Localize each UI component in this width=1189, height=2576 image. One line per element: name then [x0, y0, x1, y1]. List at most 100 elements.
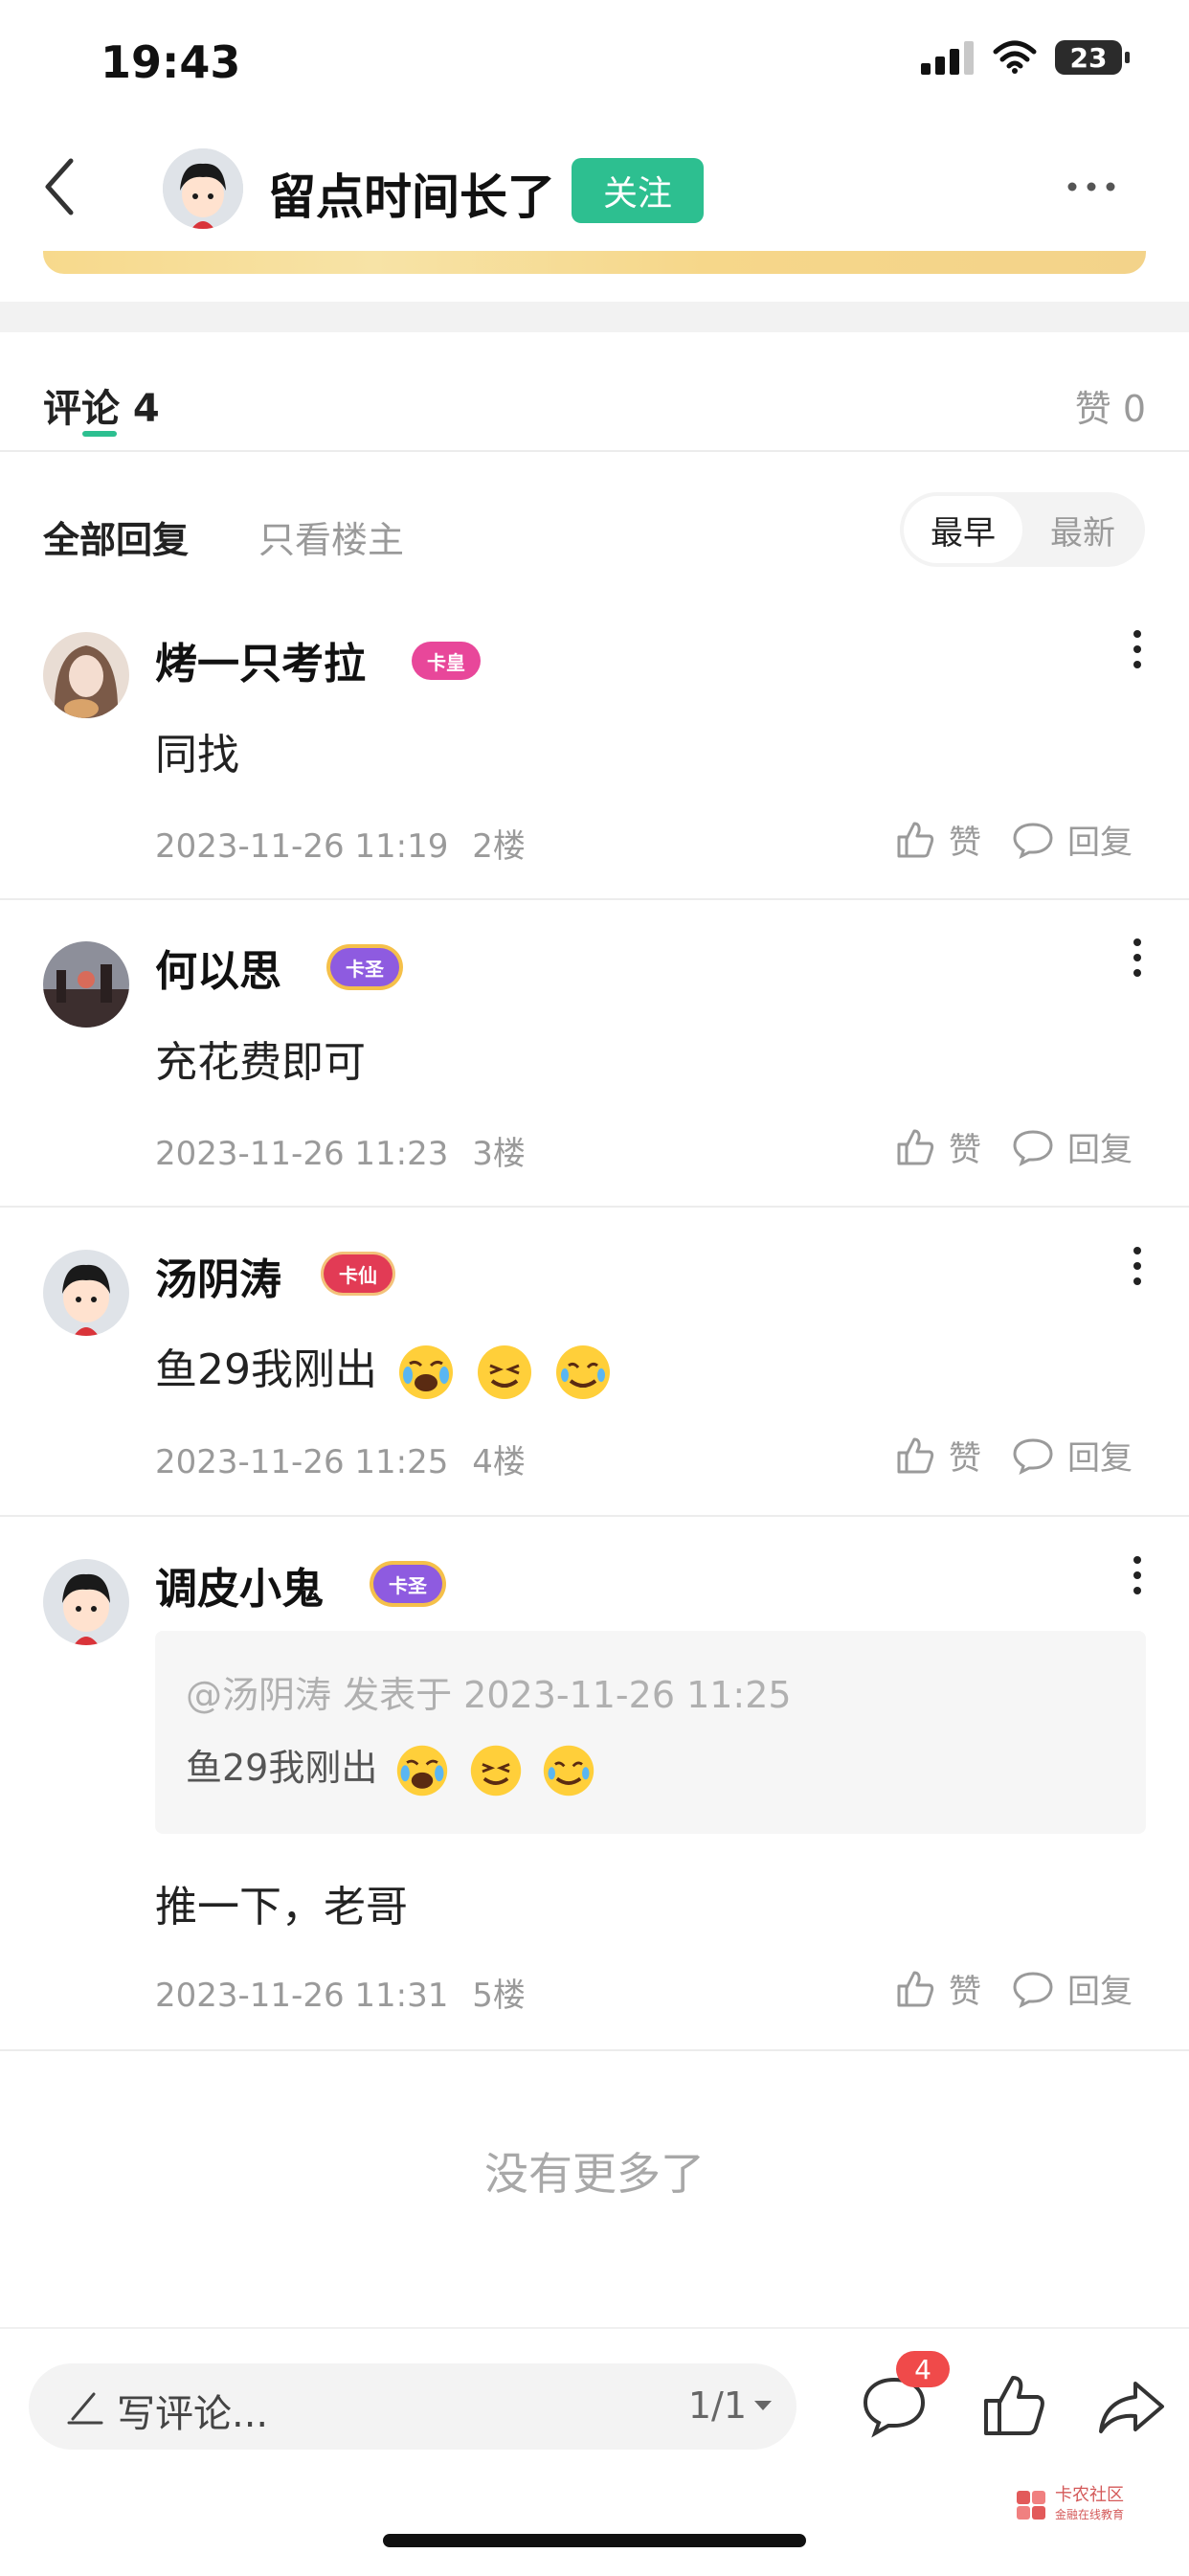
comment-timestamp: 2023-11-26 11:25: [155, 1443, 449, 1481]
like-icon[interactable]: [895, 820, 935, 860]
commenter-name[interactable]: 何以思: [155, 937, 281, 998]
kebab-icon[interactable]: [1130, 628, 1145, 670]
battery-indicator: 23: [1055, 40, 1130, 75]
watermark-subtitle: 金融在线教育: [1055, 2508, 1125, 2521]
level-badge: 卡仙: [324, 1254, 393, 1293]
comment-body: 充花费即可: [155, 1038, 366, 1087]
page-indicator[interactable]: 1/1: [688, 2384, 774, 2427]
comment-meta: 2023-11-26 11:31 5楼: [155, 1969, 526, 2016]
kebab-icon[interactable]: [1130, 1245, 1145, 1287]
comment-floor: 4楼: [472, 1443, 526, 1481]
author-avatar[interactable]: [163, 148, 243, 229]
like-label[interactable]: 赞: [949, 1965, 981, 2012]
reply-label[interactable]: 回复: [1067, 816, 1133, 863]
grin-emoji-icon: [470, 1745, 521, 1796]
like-label[interactable]: 赞: [949, 816, 981, 863]
comment-actions: 赞 回复: [895, 1123, 1133, 1170]
reply-icon[interactable]: [1012, 821, 1054, 859]
comment-timestamp: 2023-11-26 11:31: [155, 1977, 449, 2015]
reply-icon[interactable]: [1012, 1128, 1054, 1166]
commenter-avatar[interactable]: [43, 941, 129, 1028]
quote-header: @汤阴涛 发表于 2023-11-26 11:25: [186, 1674, 792, 1716]
post-image-edge: [43, 251, 1146, 274]
watermark-logo-icon: [1017, 2491, 1045, 2520]
laugh-tears-emoji-icon: [556, 1345, 610, 1399]
kebab-icon[interactable]: [1130, 1554, 1145, 1596]
commenter-avatar[interactable]: [43, 1559, 129, 1645]
row-divider: [0, 2049, 1189, 2051]
level-badge: 卡圣: [330, 948, 399, 986]
row-divider: [0, 1206, 1189, 1208]
reply-label[interactable]: 回复: [1067, 1965, 1133, 2012]
comment-floor: 2楼: [472, 827, 526, 866]
follow-button[interactable]: 关注: [572, 158, 704, 223]
commenter-name[interactable]: 烤一只考拉: [155, 629, 366, 690]
wifi-icon: [993, 40, 1037, 74]
tab-indicator: [82, 431, 117, 437]
status-icons: 23: [921, 40, 1130, 75]
filter-all-replies[interactable]: 全部回复: [43, 510, 189, 563]
commenter-name[interactable]: 调皮小鬼: [155, 1554, 324, 1616]
laugh-tears-emoji-icon: [543, 1745, 594, 1796]
comment-floor: 5楼: [472, 1977, 526, 2015]
row-divider: [0, 1515, 1189, 1517]
commenter-name[interactable]: 汤阴涛: [155, 1245, 281, 1306]
quote-body: 鱼29我刚出: [186, 1738, 596, 1798]
back-icon[interactable]: [38, 153, 86, 220]
thumb-up-icon[interactable]: [978, 2370, 1051, 2443]
comment-timestamp: 2023-11-26 11:23: [155, 1135, 449, 1173]
dropdown-caret-icon: [754, 2401, 772, 2410]
watermark: 卡农社区 金融在线教育: [1015, 2486, 1124, 2524]
comment-meta: 2023-11-26 11:23 3楼: [155, 1127, 526, 1174]
comment-body: 推一下，老哥: [155, 1883, 408, 1932]
kebab-icon[interactable]: [1130, 937, 1145, 979]
watermark-title: 卡农社区: [1055, 2485, 1124, 2505]
comment-timestamp: 2023-11-26 11:19: [155, 827, 449, 866]
commenter-avatar[interactable]: [43, 632, 129, 718]
comment-body: 鱼29我刚出: [155, 1335, 613, 1402]
sort-earliest-button[interactable]: 最早: [904, 496, 1022, 563]
filter-op-only[interactable]: 只看楼主: [258, 510, 404, 563]
comment-count-badge: 4: [896, 2351, 950, 2387]
like-icon[interactable]: [895, 1127, 935, 1167]
section-divider: [0, 302, 1189, 332]
home-indicator: [383, 2534, 806, 2547]
reply-icon[interactable]: [1012, 1436, 1054, 1475]
reply-icon[interactable]: [1012, 1970, 1054, 2008]
level-badge: 卡圣: [373, 1565, 442, 1603]
share-icon[interactable]: [1095, 2370, 1168, 2443]
sort-latest-button[interactable]: 最新: [1024, 496, 1141, 563]
like-label[interactable]: 赞: [949, 1432, 981, 1479]
status-time: 19:43: [101, 36, 241, 88]
level-badge: 卡皇: [412, 642, 481, 680]
comment-actions: 赞 回复: [895, 816, 1133, 863]
crying-emoji-icon: [399, 1345, 453, 1399]
end-of-list-text: 没有更多了: [484, 2148, 705, 2200]
crying-emoji-icon: [397, 1745, 448, 1796]
reply-label[interactable]: 回复: [1067, 1432, 1133, 1479]
signal-icon: [921, 41, 974, 75]
comment-input[interactable]: 写评论... 1/1: [29, 2363, 796, 2450]
reply-label[interactable]: 回复: [1067, 1123, 1133, 1170]
sort-toggle: 最早 最新: [900, 492, 1145, 567]
like-icon[interactable]: [895, 1969, 935, 2009]
tab-likes[interactable]: 赞 0: [1075, 379, 1146, 432]
pen-icon: [67, 2392, 103, 2425]
comment-body: 同找: [155, 731, 239, 780]
tab-divider: [0, 450, 1189, 452]
comment-placeholder: 写评论...: [117, 2392, 269, 2436]
grin-emoji-icon: [478, 1345, 531, 1399]
comment-floor: 3楼: [472, 1135, 526, 1173]
tab-comments[interactable]: 评论 4: [43, 377, 160, 433]
more-icon[interactable]: [1063, 172, 1120, 201]
like-label[interactable]: 赞: [949, 1123, 981, 1170]
commenter-avatar[interactable]: [43, 1250, 129, 1336]
row-divider: [0, 898, 1189, 900]
comment-actions: 赞 回复: [895, 1432, 1133, 1479]
comment-actions: 赞 回复: [895, 1965, 1133, 2012]
page-title: 留点时间长了: [268, 169, 555, 225]
like-icon[interactable]: [895, 1435, 935, 1476]
comment-meta: 2023-11-26 11:19 2楼: [155, 820, 526, 867]
comment-meta: 2023-11-26 11:25 4楼: [155, 1435, 526, 1482]
quoted-comment[interactable]: @汤阴涛 发表于 2023-11-26 11:25 鱼29我刚出: [155, 1631, 1146, 1834]
